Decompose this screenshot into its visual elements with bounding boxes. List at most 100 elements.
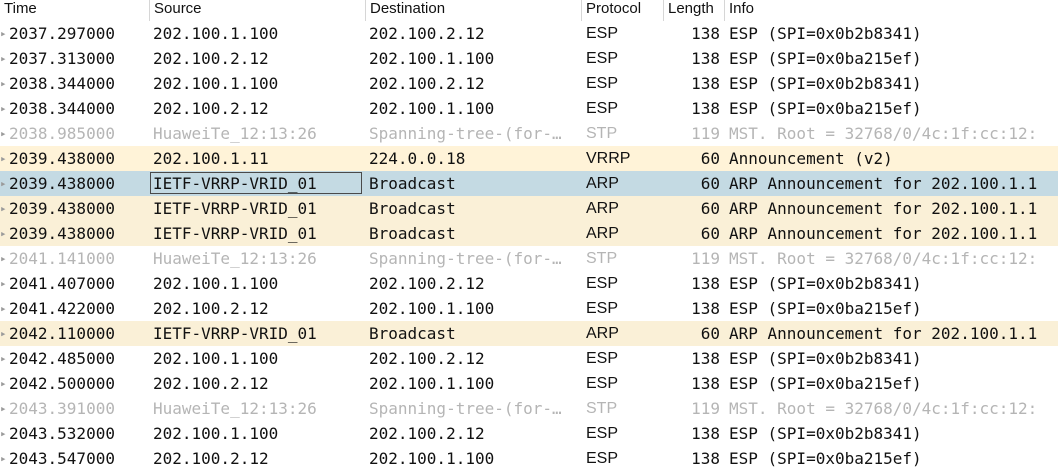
packet-info: ESP (SPI=0x0b2b8341) [729, 24, 922, 43]
packet-time: 2037.313000 [9, 49, 115, 68]
packet-info: ESP (SPI=0x0b2b8341) [729, 424, 922, 443]
packet-protocol: ARP [586, 200, 619, 217]
column-header-length[interactable]: Length [664, 0, 725, 21]
column-header-source[interactable]: Source [150, 0, 366, 21]
table-row[interactable]: ▸ 2037.313000 202.100.2.12 202.100.1.100 ESP… [0, 46, 1058, 71]
column-header-time[interactable]: Time [0, 0, 150, 21]
packet-time: 2038.985000 [9, 124, 115, 143]
row-related-marker-icon: ▸ [0, 227, 7, 240]
row-related-marker-icon: ▸ [0, 102, 7, 115]
packet-list-header: Time Source Destination Protocol Length … [0, 0, 1058, 22]
packet-destination: 202.100.2.12 [369, 424, 485, 443]
table-row[interactable]: ▸ 2041.141000 HuaweiTe_12:13:26 Spanning-tr… [0, 246, 1058, 271]
column-header-source-label: Source [154, 0, 202, 17]
packet-info: ARP Announcement for 202.100.1.1 [729, 224, 1038, 243]
packet-length: 138 [691, 49, 720, 68]
table-row[interactable]: ▸ 2043.391000 HuaweiTe_12:13:26 Spanning-tr… [0, 396, 1058, 421]
packet-length: 60 [700, 224, 720, 243]
packet-protocol: ESP [586, 350, 619, 367]
row-related-marker-icon: ▸ [0, 352, 7, 365]
table-row-selected[interactable]: ▸ 2039.438000 IETF-VRRP-VRID_01 Broadcast AR… [0, 171, 1058, 196]
table-row[interactable]: ▸ 2042.500000 202.100.2.12 202.100.1.100 ESP… [0, 371, 1058, 396]
table-row[interactable]: ▸ 2042.110000 IETF-VRRP-VRID_01 Broadcast AR… [0, 321, 1058, 346]
table-row[interactable]: ▸ 2041.422000 202.100.2.12 202.100.1.100 ESP… [0, 296, 1058, 321]
table-row[interactable]: ▸ 2042.485000 202.100.1.100 202.100.2.12 ESP… [0, 346, 1058, 371]
column-header-destination-label: Destination [370, 0, 446, 17]
table-row[interactable]: ▸ 2039.438000 IETF-VRRP-VRID_01 Broadcast AR… [0, 221, 1058, 246]
packet-length: 138 [691, 274, 720, 293]
packet-info: MST. Root = 32768/0/4c:1f:cc:12: [729, 124, 1038, 143]
packet-length: 138 [691, 349, 720, 368]
row-related-marker-icon: ▸ [0, 127, 7, 140]
packet-destination: 202.100.2.12 [369, 274, 485, 293]
packet-time: 2041.422000 [9, 299, 115, 318]
packet-info: MST. Root = 32768/0/4c:1f:cc:12: [729, 399, 1038, 418]
packet-source: IETF-VRRP-VRID_01 [153, 324, 317, 343]
packet-protocol: ESP [586, 25, 619, 42]
table-row[interactable]: ▸ 2038.344000 202.100.1.100 202.100.2.12 ESP… [0, 71, 1058, 96]
packet-protocol: ESP [586, 275, 619, 292]
packet-destination: 202.100.1.100 [369, 49, 495, 68]
packet-length: 119 [691, 249, 720, 268]
packet-destination: Broadcast [369, 199, 456, 218]
packet-rows: ▸ 2037.297000 202.100.1.100 202.100.2.12 ESP… [0, 21, 1058, 467]
packet-length: 138 [691, 74, 720, 93]
table-row[interactable]: ▸ 2039.438000 202.100.1.11 224.0.0.18 VRRP 60… [0, 146, 1058, 171]
packet-info: ESP (SPI=0x0ba215ef) [729, 49, 922, 68]
packet-source: HuaweiTe_12:13:26 [153, 124, 317, 143]
packet-length: 138 [691, 299, 720, 318]
packet-time: 2037.297000 [9, 24, 115, 43]
table-row[interactable]: ▸ 2038.985000 HuaweiTe_12:13:26 Spanning-tr… [0, 121, 1058, 146]
packet-source: 202.100.1.11 [153, 149, 269, 168]
row-related-marker-icon: ▸ [0, 302, 7, 315]
row-related-marker-icon: ▸ [0, 252, 7, 265]
packet-length: 119 [691, 124, 720, 143]
table-row[interactable]: ▸ 2041.407000 202.100.1.100 202.100.2.12 ESP… [0, 271, 1058, 296]
table-row[interactable]: ▸ 2043.547000 202.100.2.12 202.100.1.100 ESP… [0, 446, 1058, 467]
packet-destination: 202.100.1.100 [369, 374, 495, 393]
packet-length: 60 [700, 149, 720, 168]
packet-info: ARP Announcement for 202.100.1.1 [729, 324, 1038, 343]
packet-info: ESP (SPI=0x0ba215ef) [729, 99, 922, 118]
packet-time: 2039.438000 [9, 199, 115, 218]
packet-protocol: ARP [586, 325, 619, 342]
packet-destination: Spanning-tree-(for-… [369, 249, 562, 268]
row-related-marker-icon: ▸ [0, 452, 7, 465]
packet-destination: Spanning-tree-(for-… [369, 399, 562, 418]
packet-protocol: ESP [586, 425, 619, 442]
packet-time: 2038.344000 [9, 99, 115, 118]
packet-list[interactable]: Time Source Destination Protocol Length … [0, 0, 1058, 467]
column-header-destination[interactable]: Destination [366, 0, 582, 21]
packet-source: IETF-VRRP-VRID_01 [150, 172, 362, 194]
table-row[interactable]: ▸ 2039.438000 IETF-VRRP-VRID_01 Broadcast AR… [0, 196, 1058, 221]
packet-time: 2039.438000 [9, 174, 115, 193]
packet-protocol: ARP [586, 175, 619, 192]
row-related-marker-icon: ▸ [0, 377, 7, 390]
packet-source: 202.100.1.100 [153, 24, 279, 43]
packet-length: 60 [700, 174, 720, 193]
packet-source: 202.100.2.12 [153, 99, 269, 118]
packet-source: IETF-VRRP-VRID_01 [153, 224, 317, 243]
packet-destination: 202.100.2.12 [369, 74, 485, 93]
row-related-marker-icon: ▸ [0, 427, 7, 440]
packet-info: ESP (SPI=0x0b2b8341) [729, 349, 922, 368]
table-row[interactable]: ▸ 2037.297000 202.100.1.100 202.100.2.12 ESP… [0, 21, 1058, 46]
row-related-marker-icon: ▸ [0, 202, 7, 215]
packet-length: 138 [691, 374, 720, 393]
packet-info: ESP (SPI=0x0ba215ef) [729, 374, 922, 393]
row-related-marker-icon: ▸ [0, 327, 7, 340]
packet-protocol: ARP [586, 225, 619, 242]
packet-protocol: ESP [586, 100, 619, 117]
column-header-info[interactable]: Info [725, 0, 1058, 21]
column-header-protocol[interactable]: Protocol [582, 0, 664, 21]
packet-source: 202.100.1.100 [153, 274, 279, 293]
packet-protocol: STP [586, 250, 618, 267]
packet-time: 2043.391000 [9, 399, 115, 418]
packet-time: 2042.485000 [9, 349, 115, 368]
packet-protocol: ESP [586, 75, 619, 92]
table-row[interactable]: ▸ 2038.344000 202.100.2.12 202.100.1.100 ESP… [0, 96, 1058, 121]
table-row[interactable]: ▸ 2043.532000 202.100.1.100 202.100.2.12 ESP… [0, 421, 1058, 446]
packet-source: HuaweiTe_12:13:26 [153, 249, 317, 268]
row-related-marker-icon: ▸ [0, 402, 7, 415]
packet-info: ESP (SPI=0x0b2b8341) [729, 74, 922, 93]
